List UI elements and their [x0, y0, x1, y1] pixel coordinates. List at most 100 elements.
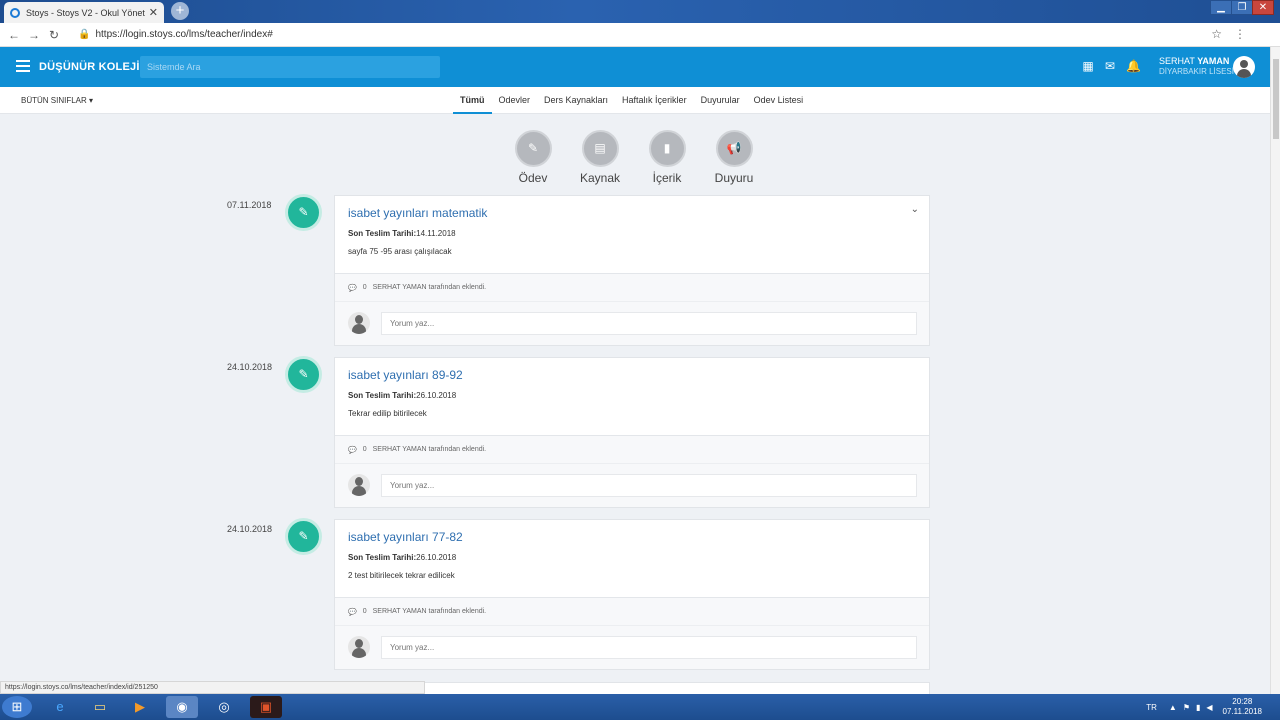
- app-header: DÜŞÜNÜR KOLEJİ ▦ ✉ 🔔 SERHAT YAMAN DİYARB…: [0, 47, 1270, 87]
- page-scrollbar[interactable]: [1270, 47, 1280, 694]
- quick-kaynak-button[interactable]: ▤ Kaynak: [570, 130, 630, 185]
- calendar-icon[interactable]: ▦: [1081, 59, 1095, 73]
- browser-titlebar: Stoys - Stoys V2 - Okul Yönetim ✕ + ▁ ❐ …: [0, 0, 1280, 23]
- assignment-edit-icon: ✎: [285, 356, 322, 393]
- back-icon[interactable]: ←: [4, 28, 24, 42]
- tab-odevler[interactable]: Odevler: [492, 87, 538, 114]
- assignment-edit-icon: ✎: [285, 518, 322, 555]
- avatar: [348, 636, 370, 658]
- start-button[interactable]: ⊞: [2, 696, 32, 718]
- class-filter-label: BÜTÜN SINIFLAR: [21, 96, 87, 105]
- system-tray: TR ▲ ⚑ ▮ ◀ 20:28 07.11.2018: [1146, 694, 1280, 720]
- maximize-button[interactable]: ❐: [1231, 0, 1253, 15]
- url-text: https://login.stoys.co/lms/teacher/index…: [95, 29, 273, 40]
- post-description: 2 test bitirilecek tekrar edilicek: [348, 571, 455, 580]
- reload-icon[interactable]: ↻: [44, 28, 64, 42]
- avatar[interactable]: [1233, 56, 1255, 78]
- tab-ders-kaynaklari[interactable]: Ders Kaynakları: [537, 87, 615, 114]
- post-card: isabet yayınları 89-92 Son Teslim Tarihi…: [334, 357, 930, 508]
- comment-icon: 💬: [348, 285, 357, 292]
- quick-odev-label: Ödev: [518, 171, 548, 185]
- volume-icon[interactable]: ◀: [1206, 703, 1212, 712]
- chrome-icon[interactable]: ◉: [166, 696, 198, 718]
- comment-input[interactable]: [381, 312, 917, 335]
- quick-icerik-button[interactable]: ▮ İçerik: [637, 130, 697, 185]
- added-by: SERHAT YAMAN tarafından eklendi.: [372, 446, 487, 453]
- tab-duyurular[interactable]: Duyurular: [694, 87, 747, 114]
- media-player-icon[interactable]: ▶: [124, 696, 156, 718]
- tab-odev-listesi[interactable]: Odev Listesi: [747, 87, 811, 114]
- chevron-down-icon[interactable]: ⌄: [911, 204, 919, 215]
- post-title[interactable]: isabet yayınları matematik: [348, 206, 916, 220]
- bookmark-star-icon[interactable]: ☆: [1211, 27, 1222, 41]
- post-card: isabet yayınları 77-82 Son Teslim Tarihi…: [334, 519, 930, 670]
- tab-haftalik-icerikler[interactable]: Haftalık İçerikler: [615, 87, 694, 114]
- comment-input[interactable]: [381, 636, 917, 659]
- clock-date: 07.11.2018: [1222, 707, 1262, 716]
- edit-icon: ✎: [527, 141, 539, 155]
- avatar: [348, 474, 370, 496]
- brand-name: DÜŞÜNÜR KOLEJİ: [39, 61, 140, 73]
- due-date: 26.10.2018: [416, 391, 457, 400]
- user-info[interactable]: SERHAT YAMAN DİYARBAKIR LİSESİ: [1159, 56, 1234, 76]
- comment-icon: 💬: [348, 609, 357, 616]
- mail-icon[interactable]: ✉: [1103, 59, 1117, 73]
- clock-time: 20:28: [1232, 697, 1253, 706]
- quick-duyuru-label: Duyuru: [714, 171, 754, 185]
- language-indicator[interactable]: TR: [1146, 703, 1157, 712]
- post-title[interactable]: isabet yayınları 89-92: [348, 368, 916, 382]
- quick-duyuru-button[interactable]: 📢 Duyuru: [704, 130, 764, 185]
- due-label: Son Teslim Tarihi:: [348, 391, 417, 400]
- address-bar: ← → ↻ 🔒 https://login.stoys.co/lms/teache…: [0, 23, 1280, 47]
- quick-odev-button[interactable]: ✎ Ödev: [503, 130, 563, 185]
- post-card: isabet yayınları matematik Son Teslim Ta…: [334, 195, 930, 346]
- obs-icon[interactable]: ◎: [208, 696, 240, 718]
- windows-taskbar: ⊞ e ▭ ▶ ◉ ◎ ▣ TR ▲ ⚑ ▮ ◀ 20:28 07.11.2018: [0, 694, 1280, 720]
- network-icon[interactable]: ▮: [1196, 703, 1200, 712]
- tab-title: Stoys - Stoys V2 - Okul Yönetim: [26, 7, 145, 18]
- comment-count: 0: [362, 608, 367, 615]
- post-date: 24.10.2018: [227, 524, 273, 534]
- post-date: 24.10.2018: [227, 362, 273, 372]
- forward-icon[interactable]: →: [24, 28, 44, 42]
- minimize-button[interactable]: ▁: [1210, 0, 1232, 15]
- tab-tumu[interactable]: Tümü: [453, 87, 492, 114]
- browser-menu-icon[interactable]: ⋮: [1234, 27, 1246, 41]
- comment-icon: 💬: [348, 447, 357, 454]
- flag-icon[interactable]: ⚑: [1183, 703, 1190, 712]
- added-by: SERHAT YAMAN tarafından eklendi.: [372, 284, 487, 291]
- book-icon: ▤: [594, 141, 606, 155]
- app-icon[interactable]: ▣: [250, 696, 282, 718]
- clock[interactable]: 20:28 07.11.2018: [1223, 697, 1262, 717]
- megaphone-icon: 📢: [726, 141, 742, 155]
- tray-arrow-icon[interactable]: ▲: [1169, 703, 1177, 712]
- post-description: sayfa 75 -95 arası çalışılacak: [348, 247, 452, 256]
- search-input[interactable]: [140, 56, 440, 78]
- assignment-edit-icon: ✎: [285, 194, 322, 231]
- comment-count: 0: [362, 446, 367, 453]
- file-explorer-icon[interactable]: ▭: [84, 696, 116, 718]
- sub-navigation: BÜTÜN SINIFLAR ▾ Tümü Odevler Ders Kayna…: [0, 87, 1270, 114]
- user-school: DİYARBAKIR LİSESİ: [1159, 67, 1234, 76]
- added-by: SERHAT YAMAN tarafından eklendi.: [372, 608, 487, 615]
- comment-count: 0: [362, 284, 367, 291]
- avatar: [348, 312, 370, 334]
- due-date: 14.11.2018: [416, 229, 456, 238]
- new-tab-button[interactable]: +: [171, 2, 189, 20]
- post-title[interactable]: isabet yayınları 77-82: [348, 530, 916, 544]
- browser-tab[interactable]: Stoys - Stoys V2 - Okul Yönetim ✕: [4, 2, 164, 23]
- comment-input[interactable]: [381, 474, 917, 497]
- internet-explorer-icon[interactable]: e: [44, 696, 76, 718]
- bookmark-icon: ▮: [663, 141, 671, 155]
- close-tab-icon[interactable]: ✕: [149, 6, 158, 19]
- due-label: Son Teslim Tarihi:: [348, 229, 417, 238]
- hamburger-menu-icon[interactable]: [16, 60, 30, 72]
- close-window-button[interactable]: ✕: [1252, 0, 1274, 15]
- scrollbar-thumb[interactable]: [1273, 59, 1279, 139]
- url-field[interactable]: 🔒 https://login.stoys.co/lms/teacher/inde…: [78, 29, 273, 40]
- class-filter-dropdown[interactable]: BÜTÜN SINIFLAR ▾: [21, 96, 93, 105]
- post-description: Tekrar edilip bitirilecek: [348, 409, 427, 418]
- status-bar-url: https://login.stoys.co/lms/teacher/index…: [0, 681, 425, 694]
- user-first-name: SERHAT: [1159, 56, 1195, 66]
- bell-icon[interactable]: 🔔: [1126, 59, 1141, 73]
